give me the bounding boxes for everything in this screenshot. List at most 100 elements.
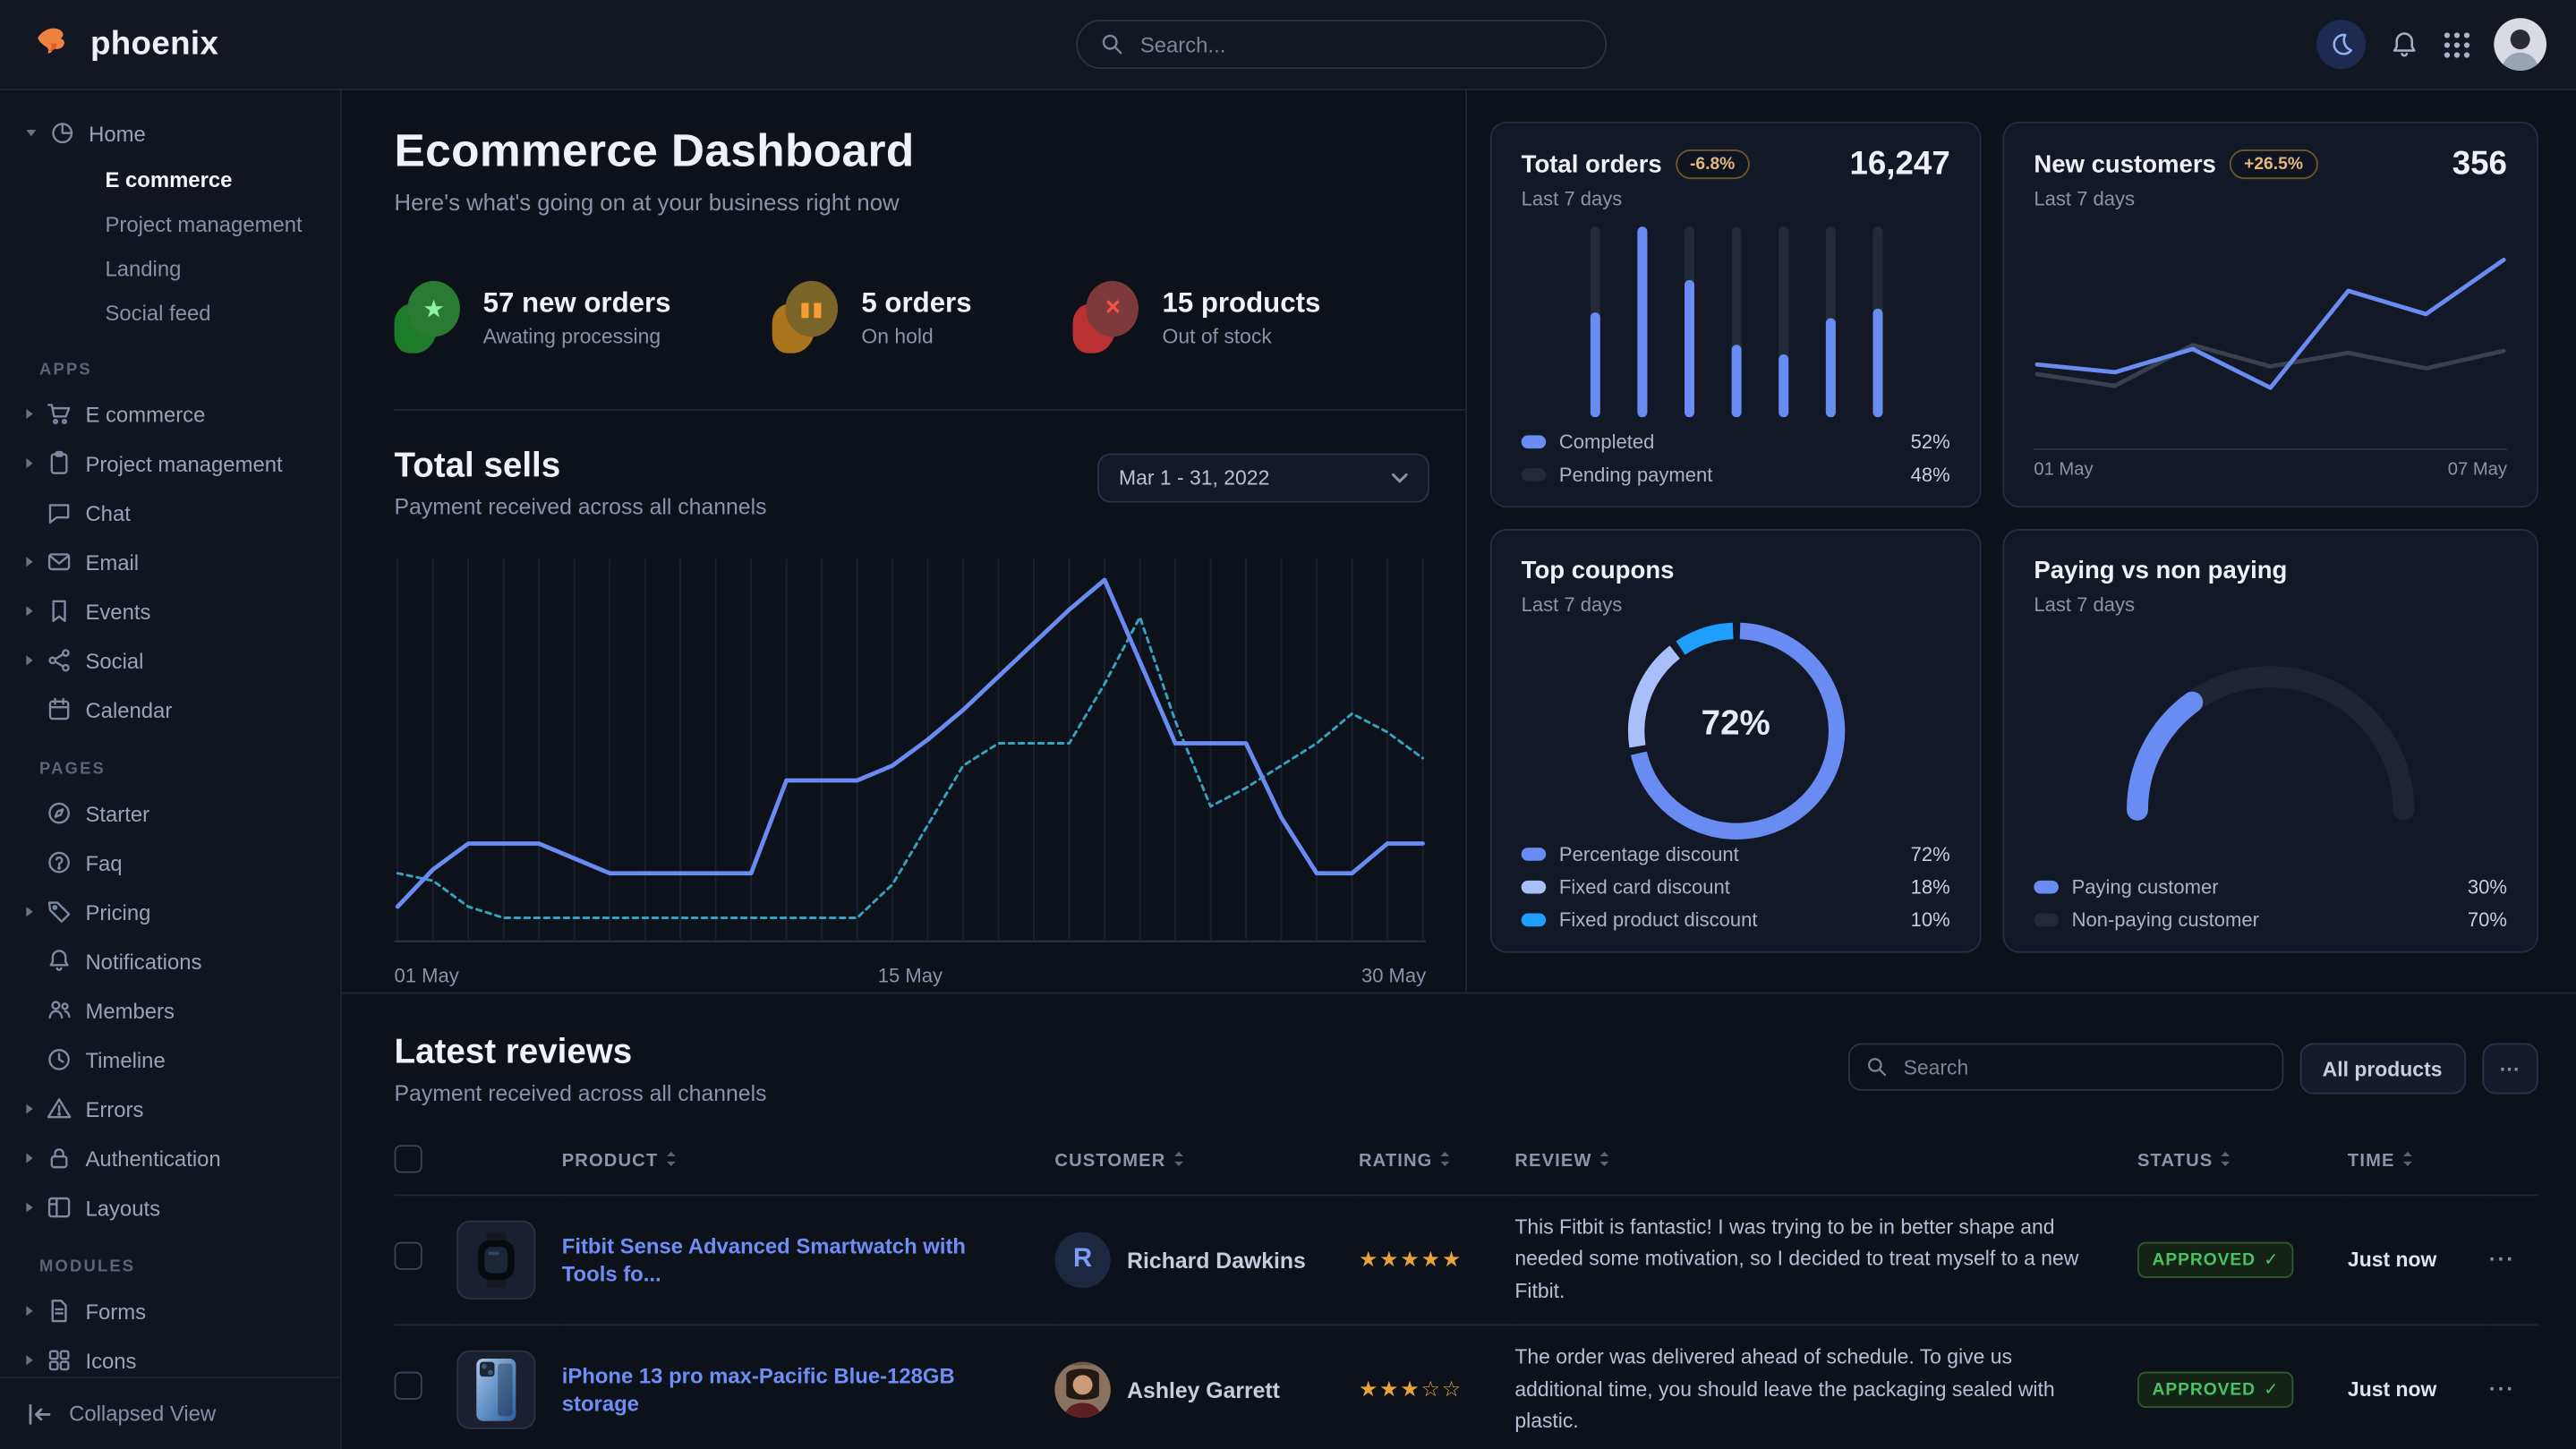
card-period: Last 7 days	[1522, 187, 1950, 210]
navbar-actions	[2316, 0, 2546, 89]
date-range-select[interactable]: Mar 1 - 31, 2022	[1097, 454, 1429, 503]
product-link[interactable]: iPhone 13 pro max-Pacific Blue-128GB sto…	[562, 1361, 1055, 1419]
sidebar-item-label: Members	[85, 998, 174, 1023]
sidebar-item-events[interactable]: Events	[0, 586, 340, 635]
product-thumbnail-iphone[interactable]	[456, 1351, 535, 1429]
card-title: New customers	[2034, 150, 2216, 178]
divider	[395, 409, 1466, 411]
select-all-checkbox[interactable]	[395, 1145, 422, 1172]
sidebar-subitem-project-management[interactable]: Project management	[0, 202, 340, 247]
sidebar-item-icons[interactable]: Icons	[0, 1335, 340, 1377]
column-status[interactable]: STATUS	[2137, 1152, 2213, 1172]
legend-label: Fixed product discount	[1559, 908, 1758, 932]
review-text: The order was delivered ahead of schedul…	[1514, 1342, 2137, 1438]
sidebar-item-home[interactable]: Home	[0, 108, 340, 158]
row-checkbox[interactable]	[395, 1372, 422, 1400]
reviews-table: PRODUCT CUSTOMER RATING REVIEW STATUS TI…	[395, 1135, 2538, 1449]
sort-icon	[2401, 1150, 2413, 1173]
sidebar-item-layouts[interactable]: Layouts	[0, 1183, 340, 1232]
question-circle-icon	[46, 849, 72, 875]
legend-label: Fixed card discount	[1559, 875, 1730, 899]
chevron-down-icon	[1392, 473, 1408, 484]
grid-squares-icon	[46, 1347, 72, 1373]
sidebar-item-email[interactable]: Email	[0, 537, 340, 586]
legend-value: 48%	[1911, 464, 1950, 487]
users-icon	[46, 997, 72, 1023]
time-value: Just now	[2348, 1249, 2436, 1272]
legend-swatch	[1522, 435, 1547, 448]
collapsed-view-toggle[interactable]: Collapsed View	[0, 1377, 340, 1449]
sidebar-item-authentication[interactable]: Authentication	[0, 1133, 340, 1182]
product-thumbnail-smartwatch[interactable]	[456, 1221, 535, 1300]
latest-reviews-section: Latest reviews Payment received across a…	[342, 993, 2576, 1448]
collapsed-view-label: Collapsed View	[69, 1402, 216, 1427]
row-menu-button[interactable]: ···	[2489, 1247, 2515, 1272]
top-navbar: phoenix	[0, 0, 2576, 90]
sidebar-item-label: Chat	[85, 500, 130, 525]
bell-icon	[46, 948, 72, 974]
reviews-search[interactable]	[1847, 1044, 2282, 1091]
brand[interactable]: phoenix	[0, 23, 309, 66]
sidebar-subitem-landing[interactable]: Landing	[0, 246, 340, 291]
legend-value: 30%	[2468, 875, 2507, 899]
row-menu-button[interactable]: ···	[2489, 1377, 2515, 1402]
out-of-stock-x-icon: ×	[1073, 281, 1139, 354]
sidebar-item-pricing[interactable]: Pricing	[0, 887, 340, 936]
search-input[interactable]	[1137, 30, 1582, 58]
sidebar-item-errors[interactable]: Errors	[0, 1084, 340, 1133]
column-rating[interactable]: RATING	[1359, 1152, 1433, 1172]
x-tick: 01 May	[2034, 460, 2093, 480]
sidebar-scroll: Home E commerce Project management Landi…	[0, 89, 340, 1377]
sidebar-item-starter[interactable]: Starter	[0, 788, 340, 838]
sidebar-item-forms[interactable]: Forms	[0, 1286, 340, 1335]
apps-grid-button[interactable]	[2443, 30, 2470, 58]
product-link[interactable]: Fitbit Sense Advanced Smartwatch with To…	[562, 1232, 1055, 1289]
column-review[interactable]: REVIEW	[1514, 1152, 1591, 1172]
customer-cell[interactable]: Ashley Garrett	[1054, 1362, 1359, 1418]
sidebar-subitem-social-feed[interactable]: Social feed	[0, 291, 340, 336]
row-checkbox[interactable]	[395, 1242, 422, 1270]
sidebar-item-project-management-app[interactable]: Project management	[0, 439, 340, 488]
chevron-right-icon	[26, 1306, 32, 1316]
legend-label: Completed	[1559, 430, 1655, 454]
more-options-button[interactable]: ···	[2482, 1044, 2538, 1095]
reviews-search-input[interactable]	[1900, 1053, 2265, 1079]
sidebar-item-chat[interactable]: Chat	[0, 488, 340, 537]
sidebar-subitem-ecommerce[interactable]: E commerce	[0, 158, 340, 202]
sidebar-item-members[interactable]: Members	[0, 985, 340, 1035]
orders-legend: Completed52% Pending payment48%	[1522, 421, 1950, 486]
stat-value: 5 orders	[861, 286, 971, 320]
theme-toggle-button[interactable]	[2316, 20, 2366, 69]
sidebar-item-ecommerce-app[interactable]: E commerce	[0, 389, 340, 439]
card-period: Last 7 days	[2034, 593, 2507, 617]
stat-sub: Out of stock	[1162, 325, 1320, 348]
sidebar-item-calendar[interactable]: Calendar	[0, 685, 340, 734]
chevron-right-icon	[26, 1154, 32, 1163]
column-customer[interactable]: CUSTOMER	[1054, 1152, 1165, 1172]
dashboard-right-column: Total orders -6.8% 16,247 Last 7 days Co…	[1467, 89, 2576, 993]
notifications-button[interactable]	[2389, 30, 2420, 59]
card-period: Last 7 days	[2034, 187, 2507, 210]
global-search[interactable]	[1076, 20, 1607, 69]
table-header-row: PRODUCT CUSTOMER RATING REVIEW STATUS TI…	[395, 1135, 2538, 1195]
all-products-button[interactable]: All products	[2299, 1044, 2465, 1095]
status-badge: APPROVED✓	[2137, 1242, 2294, 1278]
sidebar-item-label: Layouts	[85, 1195, 160, 1220]
chevron-right-icon	[26, 655, 32, 665]
customer-cell[interactable]: R Richard Dawkins	[1054, 1232, 1359, 1288]
sidebar-item-faq[interactable]: Faq	[0, 838, 340, 887]
total-orders-card: Total orders -6.8% 16,247 Last 7 days Co…	[1490, 122, 1982, 507]
x-tick: 01 May	[395, 964, 459, 987]
sidebar-item-label: Timeline	[85, 1047, 165, 1072]
sort-icon	[1599, 1150, 1610, 1173]
user-avatar[interactable]	[2494, 18, 2546, 71]
sidebar-item-social[interactable]: Social	[0, 635, 340, 685]
stat-sub: On hold	[861, 325, 971, 348]
sidebar-item-notifications[interactable]: Notifications	[0, 936, 340, 985]
column-product[interactable]: PRODUCT	[562, 1152, 659, 1172]
customers-x-axis: 01 May 07 May	[2034, 460, 2507, 480]
column-time[interactable]: TIME	[2348, 1152, 2395, 1172]
total-sells-x-axis: 01 May 15 May 30 May	[395, 964, 1429, 987]
sidebar-item-timeline[interactable]: Timeline	[0, 1035, 340, 1084]
trend-badge: -6.8%	[1675, 149, 1749, 179]
